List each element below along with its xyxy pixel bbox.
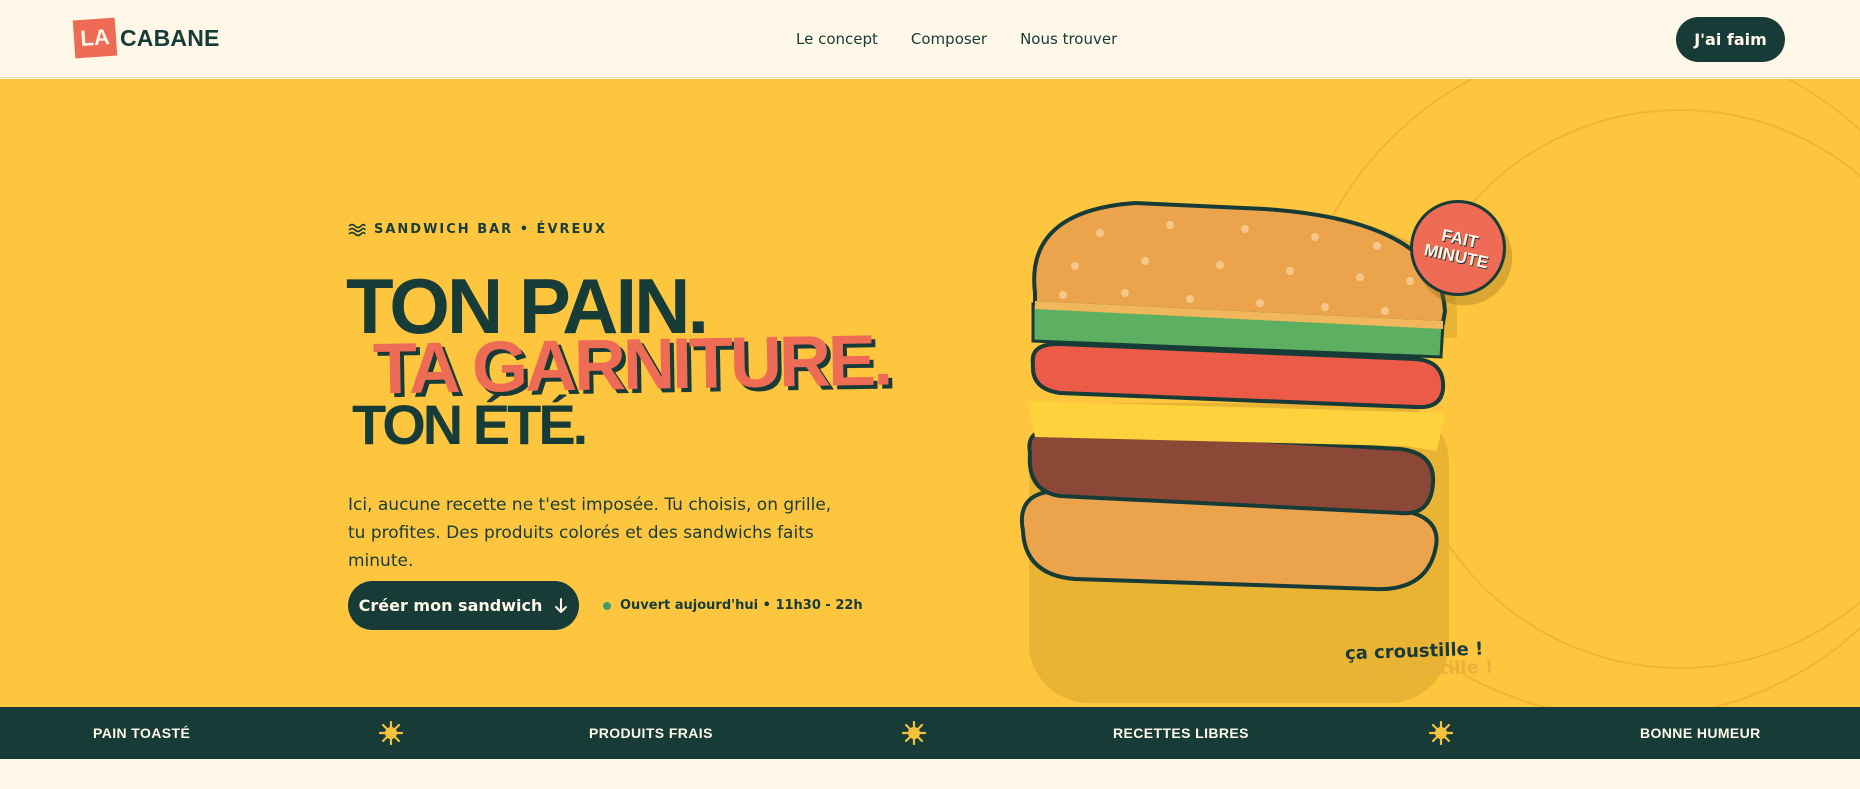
title-line-3: TON ÉTÉ. bbox=[352, 393, 588, 456]
burger-illustration bbox=[1019, 200, 1457, 703]
logo-mark: LA bbox=[72, 17, 118, 59]
sun-icon bbox=[1429, 721, 1453, 745]
opening-status: Ouvert aujourd'hui • 11h30 - 22h bbox=[603, 598, 863, 613]
waves-icon bbox=[348, 223, 366, 236]
eyebrow: SANDWICH BAR • ÉVREUX bbox=[348, 222, 607, 237]
arrow-down-icon bbox=[555, 597, 568, 613]
create-sandwich-button[interactable]: Créer mon sandwich bbox=[348, 581, 579, 630]
opening-hours: Ouvert aujourd'hui • 11h30 - 22h bbox=[620, 598, 863, 613]
nav-link-nous-trouver[interactable]: Nous trouver bbox=[1020, 30, 1117, 48]
logo-text: CABANE bbox=[120, 24, 220, 51]
site-header: LA CABANE Le concept Composer Nous trouv… bbox=[0, 0, 1860, 78]
strip-item: PAIN TOASTÉ bbox=[93, 725, 191, 741]
hungry-button[interactable]: J'ai faim bbox=[1676, 17, 1785, 62]
eyebrow-text: SANDWICH BAR • ÉVREUX bbox=[374, 222, 607, 237]
main-nav: Le concept Composer Nous trouver bbox=[796, 30, 1117, 48]
logo[interactable]: LA CABANE bbox=[72, 17, 220, 59]
nav-link-composer[interactable]: Composer bbox=[911, 30, 987, 48]
sun-icon bbox=[379, 721, 403, 745]
page-bottom bbox=[0, 759, 1860, 789]
strip-item: RECETTES LIBRES bbox=[1113, 725, 1249, 741]
strip-item: PRODUITS FRAIS bbox=[589, 725, 713, 741]
hero-description: Ici, aucune recette ne t'est imposée. Tu… bbox=[348, 495, 832, 571]
create-sandwich-label: Créer mon sandwich bbox=[358, 596, 543, 615]
strip-item: BONNE HUMEUR bbox=[1640, 725, 1761, 741]
status-dot-icon bbox=[603, 601, 611, 610]
sun-icon bbox=[902, 721, 926, 745]
nav-link-concept[interactable]: Le concept bbox=[796, 30, 878, 48]
features-strip: PAIN TOASTÉ PRODUITS FRAIS RECETTES LIBR… bbox=[0, 707, 1860, 759]
hero-section: SANDWICH BAR • ÉVREUX TON PAIN. TA GARNI… bbox=[0, 79, 1860, 707]
